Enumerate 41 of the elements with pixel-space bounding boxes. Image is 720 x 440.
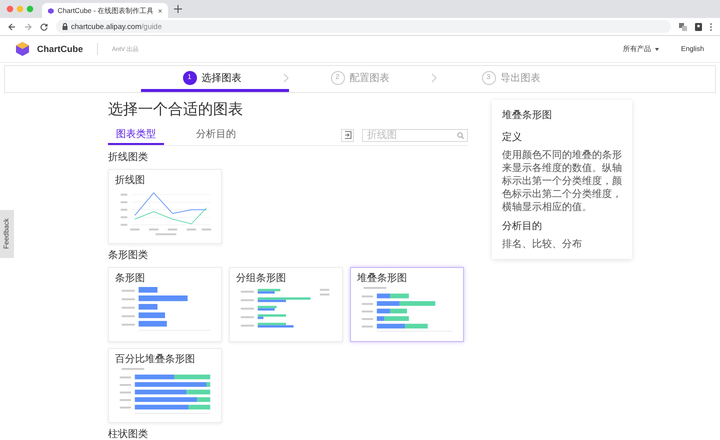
info-heading: 定义: [502, 130, 523, 144]
chart-card-title: 百分比堆叠条形图: [115, 354, 196, 366]
toggle-button[interactable]: [341, 128, 354, 142]
close-icon[interactable]: [158, 8, 162, 14]
translate-icon[interactable]: [679, 22, 687, 30]
chart-card-title: 条形图: [115, 273, 146, 285]
caret-icon: [655, 48, 660, 50]
chart-card-title: 堆叠条形图: [357, 273, 408, 285]
info-text: 使用颜色不同的堆叠的条形来显示各维度的数值。纵轴标示出第一个分类维度，颜色标示出第二个分类维度，横轴显示相应的值。: [502, 149, 622, 214]
profile-icon[interactable]: [695, 22, 702, 30]
chart-card[interactable]: 分组条形图: [229, 267, 343, 342]
new-tab-icon[interactable]: [174, 5, 182, 13]
lock-icon: [62, 23, 68, 30]
search-field[interactable]: 折线图: [362, 128, 468, 142]
back-icon[interactable]: [8, 22, 16, 30]
step-label: 导出图表: [500, 72, 540, 84]
section-heading: 条形图类: [108, 250, 149, 262]
chart-card-title: 分组条形图: [236, 273, 287, 285]
chart-card-title: 折线图: [115, 175, 146, 187]
tab[interactable]: 分析目的: [188, 125, 244, 145]
logo-text: ChartCube: [37, 44, 84, 54]
info-panel-title: 堆叠条形图: [502, 109, 553, 122]
arrow-in-box-icon: [344, 131, 352, 139]
chart-card[interactable]: 条形图: [108, 267, 222, 342]
page-title: 选择一个合适的图表: [108, 101, 244, 119]
info-heading: 分析目的: [502, 220, 543, 233]
section-heading: 柱状图类: [108, 429, 149, 440]
chevron-icon: [283, 72, 289, 82]
reload-icon[interactable]: [40, 22, 48, 30]
chevron-icon: [431, 72, 437, 82]
chart-card[interactable]: 折线图: [108, 169, 222, 244]
cube-logo-icon: [16, 42, 29, 56]
chart-card[interactable]: 堆叠条形图: [350, 267, 464, 342]
tab[interactable]: 图表类型: [108, 125, 164, 145]
cube-icon: [48, 6, 54, 14]
search-icon: [457, 132, 464, 138]
chart-card[interactable]: 百分比堆叠条形图: [108, 348, 222, 423]
step-label: 配置图表: [350, 72, 390, 84]
info-text: 排名、比较、分布: [502, 238, 583, 251]
step-label: 选择图表: [202, 72, 242, 84]
section-heading: 折线图类: [108, 152, 149, 164]
